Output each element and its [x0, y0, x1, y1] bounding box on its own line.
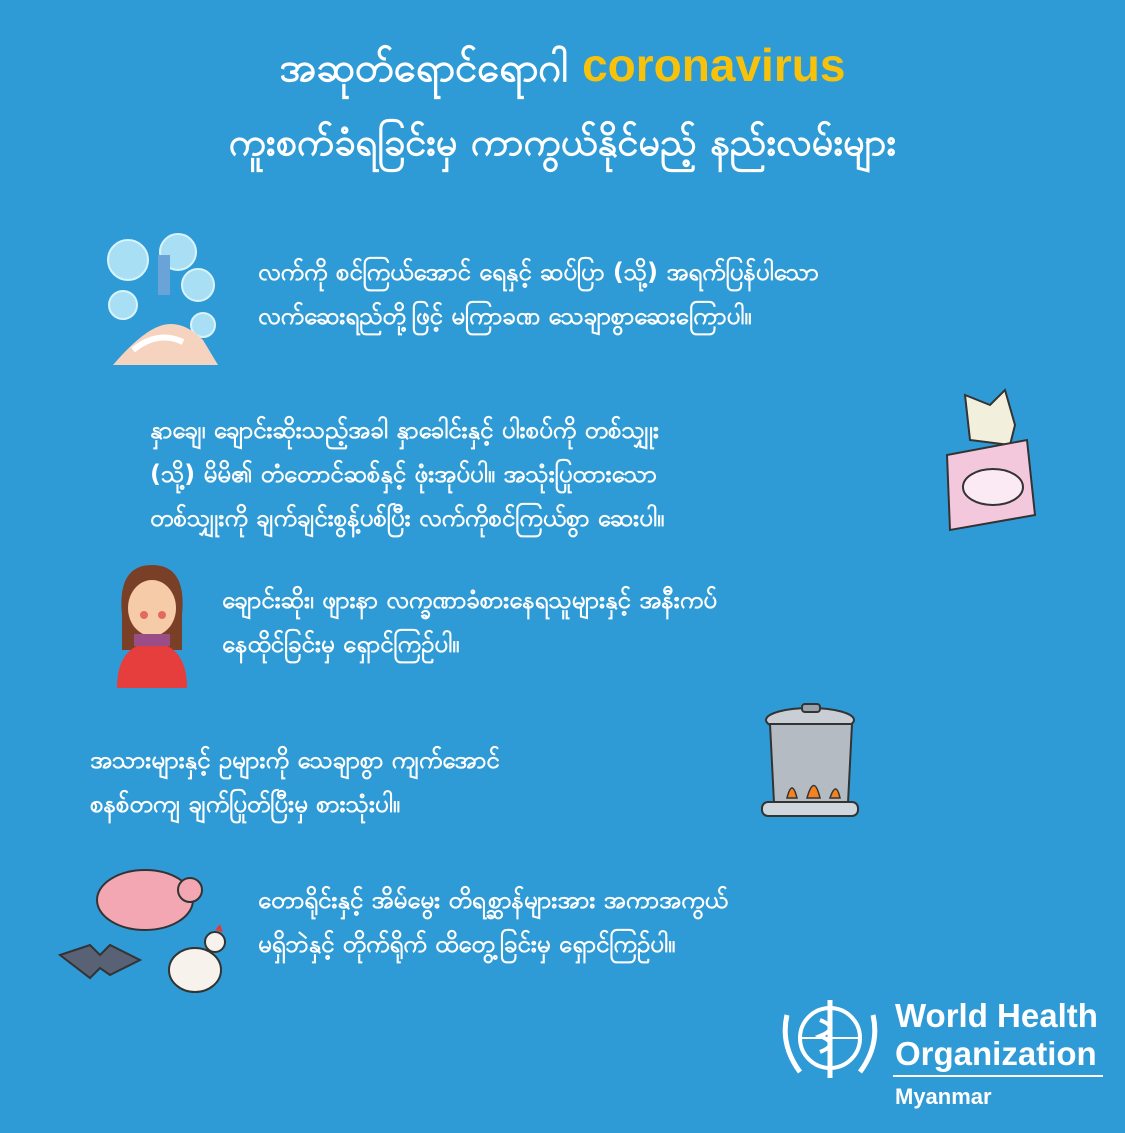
tip-line: တောရိုင်းနှင့် အိမ်မွေး တိရစ္ဆာန်များအား… [258, 886, 728, 914]
tip-line: လက်ကို စင်ကြယ်အောင် ရေနှင့် ဆပ်ပြာ (သို့… [258, 258, 819, 286]
tip-line: အသားများနှင့် ဥများကို သေချာစွာ ကျက်အောင… [90, 746, 500, 774]
animals-icon [55, 860, 245, 1014]
country-label: Myanmar [895, 1084, 992, 1109]
tip-line: တစ်သျှုးကို ချက်ချင်းစွန့်ပစ်ပြီး လက်ကို… [150, 504, 665, 532]
logo-divider [893, 1075, 1103, 1077]
title-highlight: coronavirus [582, 39, 846, 91]
title-line-1: အဆုတ်ရောင်ရောဂါ coronavirus [0, 38, 1125, 101]
who-name: World Health Organization [895, 997, 1098, 1073]
who-emblem-icon [775, 990, 885, 1094]
tissue-box-icon [935, 385, 1045, 539]
tip-avoid-animals: တောရိုင်းနှင့် အိမ်မွေး တိရစ္ဆာန်များအား… [258, 878, 728, 966]
cooking-pot-icon [752, 698, 872, 832]
sick-person-icon [112, 560, 192, 694]
org-name-line-1: World Health [895, 997, 1098, 1034]
tip-line: နေထိုင်ခြင်းမှ ရှောင်ကြဉ်ပါ။ [222, 630, 460, 658]
tip-line: လက်ဆေးရည်တို့ဖြင့် မကြာခဏ သေချာစွာဆေးကြေ… [258, 302, 752, 330]
title-line-2: ကူးစက်ခံရခြင်းမှ ကာကွယ်နိုင်မည့် နည်းလမ်… [228, 120, 897, 164]
tip-line: နှာချေ၊ ချောင်းဆိုးသည့်အခါ နှာခေါင်းနှင့… [150, 416, 659, 444]
tip-handwashing: လက်ကို စင်ကြယ်အောင် ရေနှင့် ဆပ်ပြာ (သို့… [258, 250, 819, 338]
tip-cook-food: အသားများနှင့် ဥများကို သေချာစွာ ကျက်အောင… [90, 738, 500, 826]
tip-line: မရှိဘဲနှင့် တိုက်ရိုက် ထိတွေ့ခြင်းမှ ရှေ… [258, 930, 676, 958]
handwashing-icon [103, 230, 223, 374]
org-name-line-2: Organization [895, 1035, 1097, 1072]
title-prefix: အဆုတ်ရောင်ရောဂါ [279, 45, 569, 91]
tip-avoid-sick: ချောင်းဆိုး၊ ဖျားနာ လက္ခဏာခံစားနေရသူများ… [222, 578, 717, 666]
tip-line: စနစ်တကျ ချက်ပြုတ်ပြီးမှ စားသုံးပါ။ [90, 790, 401, 818]
tip-line: ချောင်းဆိုး၊ ဖျားနာ လက္ခဏာခံစားနေရသူများ… [222, 586, 717, 614]
tip-line: (သို့) မိမိ၏ တံတောင်ဆစ်နှင့် ဖုံးအုပ်ပါ။… [150, 460, 657, 488]
tip-cover-cough: နှာချေ၊ ချောင်းဆိုးသည့်အခါ နှာခေါင်းနှင့… [150, 408, 664, 540]
